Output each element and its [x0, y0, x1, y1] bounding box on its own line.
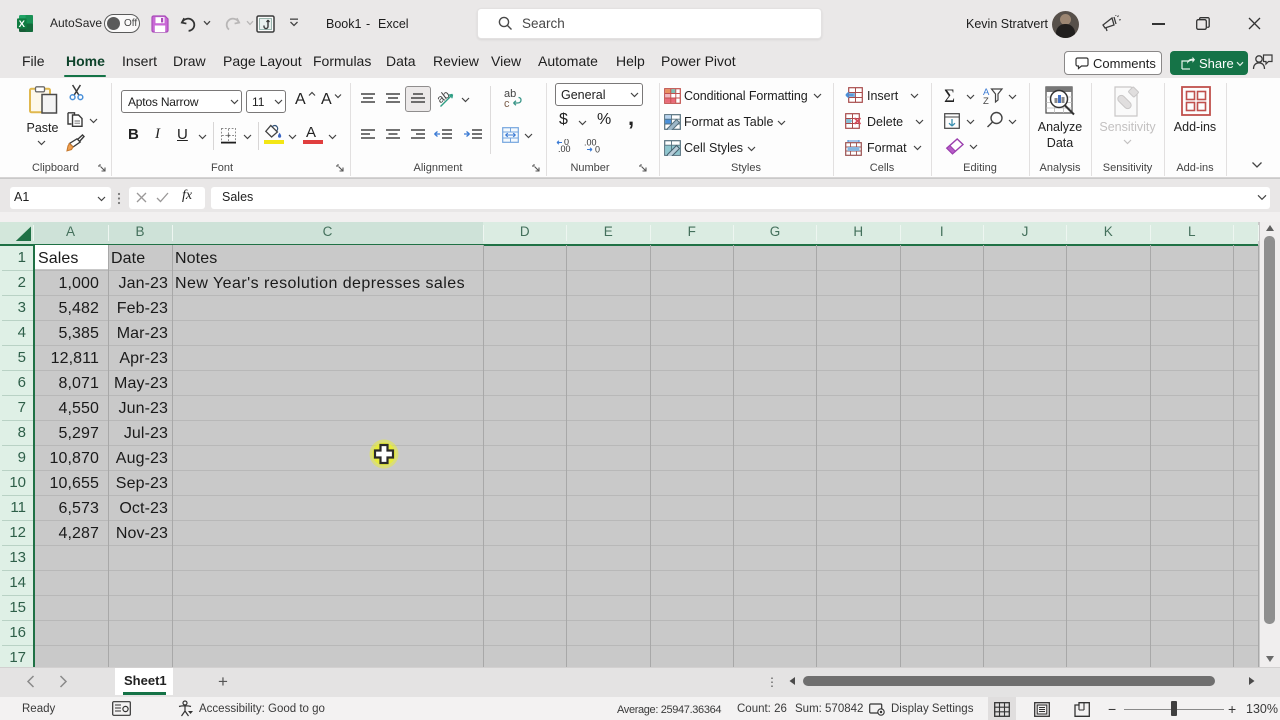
svg-text:c: c: [504, 98, 510, 108]
svg-text:0: 0: [595, 145, 600, 154]
svg-text:0: 0: [564, 139, 569, 147]
svg-text:X: X: [19, 19, 26, 30]
svg-text:Z: Z: [983, 96, 989, 105]
